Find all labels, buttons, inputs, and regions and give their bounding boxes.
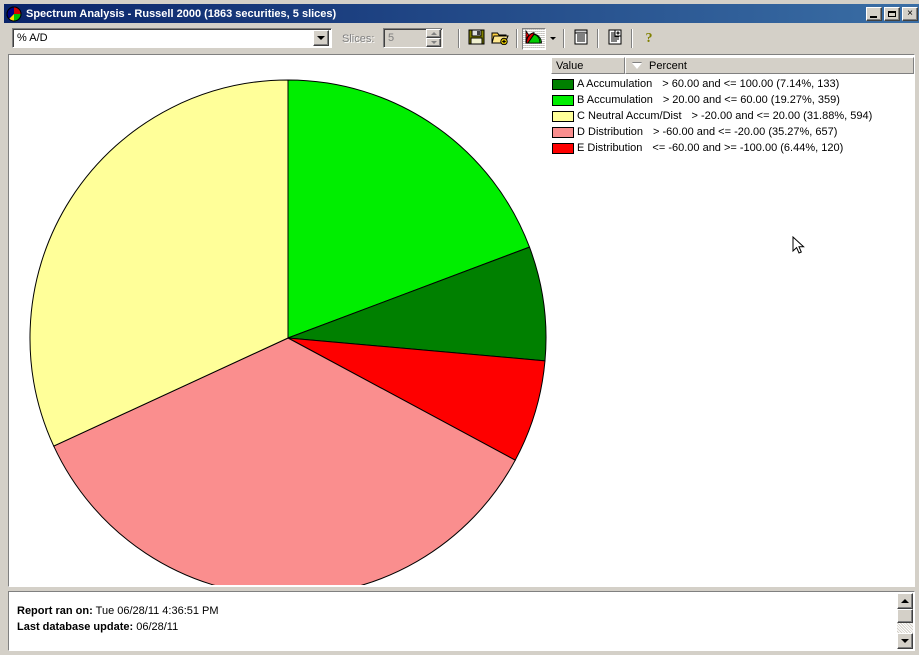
- report-view-button[interactable]: [569, 28, 593, 50]
- legend-row[interactable]: B Accumulation > 20.00 and <= 60.00 (19.2…: [552, 92, 914, 108]
- legend-color-swatch: [552, 126, 574, 138]
- toolbar-separator: [631, 29, 633, 48]
- report-status-panel: Report ran on: Tue 06/28/11 4:36:51 PM L…: [8, 591, 915, 651]
- metric-select[interactable]: % A/D: [12, 28, 332, 48]
- legend-rows: A Accumulation > 60.00 and <= 100.00 (7.1…: [550, 74, 914, 156]
- report-ran-label: Report ran on:: [17, 605, 93, 617]
- legend-row-label: B Accumulation: [577, 94, 653, 106]
- vertical-scrollbar[interactable]: [897, 593, 913, 649]
- slices-spin-buttons[interactable]: [426, 29, 441, 47]
- legend-row-label: E Distribution: [577, 142, 643, 154]
- list-report-icon: [573, 29, 589, 48]
- report-add-icon: [607, 29, 623, 48]
- maximize-button[interactable]: [884, 6, 900, 21]
- toolbar-separator: [458, 29, 460, 48]
- legend-header: Value Percent: [551, 57, 914, 74]
- open-folder-add-icon: [491, 29, 509, 48]
- title-bar[interactable]: Spectrum Analysis - Russell 2000 (1863 s…: [4, 4, 919, 23]
- open-button[interactable]: [488, 28, 512, 50]
- legend-row-label: A Accumulation: [577, 78, 653, 90]
- chart-type-dropdown[interactable]: [546, 28, 559, 50]
- legend-row[interactable]: D Distribution > -60.00 and <= -20.00 (35…: [552, 124, 914, 140]
- toolbar: % A/D Slices: 5 ?: [4, 25, 919, 52]
- legend-row-range: > -20.00 and <= 20.00 (31.88%, 594): [691, 110, 873, 122]
- slices-increment-button[interactable]: [426, 29, 441, 38]
- help-button[interactable]: ?: [637, 28, 661, 50]
- legend-panel: Value Percent A Accumulation > 60.00 and …: [550, 56, 914, 586]
- metric-select-value: % A/D: [17, 32, 48, 44]
- legend-row[interactable]: E Distribution <= -60.00 and >= -100.00 (…: [552, 140, 914, 156]
- pie-chart-view-button[interactable]: [522, 27, 546, 50]
- toolbar-separator: [563, 29, 565, 48]
- legend-row-range: <= -60.00 and >= -100.00 (6.44%, 120): [652, 142, 844, 154]
- scrollbar-track[interactable]: [897, 623, 913, 633]
- legend-color-swatch: [552, 78, 574, 90]
- last-update-value: 06/28/11: [136, 621, 179, 633]
- last-update-line: Last database update: 06/28/11: [17, 621, 178, 633]
- chart-client-area: Value Percent A Accumulation > 60.00 and …: [8, 54, 915, 587]
- pie-chart-app-icon: [6, 6, 22, 22]
- legend-row-range: > -60.00 and <= -20.00 (35.27%, 657): [653, 126, 838, 138]
- new-report-button[interactable]: [603, 28, 627, 50]
- scroll-down-button[interactable]: [897, 633, 913, 649]
- pie-chart-icon: [525, 29, 543, 48]
- close-button[interactable]: ×: [902, 6, 918, 21]
- window-title: Spectrum Analysis - Russell 2000 (1863 s…: [26, 7, 337, 20]
- window-controls: ×: [864, 6, 918, 21]
- legend-column-value-label: Value: [556, 59, 584, 72]
- legend-row-range: > 60.00 and <= 100.00 (7.14%, 133): [662, 78, 840, 90]
- legend-column-value[interactable]: Value: [551, 57, 625, 74]
- svg-text:?: ?: [646, 31, 653, 45]
- minimize-button[interactable]: [866, 6, 882, 21]
- chevron-down-icon[interactable]: [313, 30, 329, 46]
- pie-chart: [9, 55, 569, 586]
- legend-color-swatch: [552, 110, 574, 122]
- application-window: Spectrum Analysis - Russell 2000 (1863 s…: [0, 0, 919, 655]
- legend-column-percent[interactable]: Percent: [625, 57, 914, 74]
- question-mark-icon: ?: [641, 29, 657, 48]
- scrollbar-thumb[interactable]: [897, 609, 913, 623]
- slices-value: 5: [388, 32, 395, 44]
- legend-row-label: C Neutral Accum/Dist: [577, 110, 682, 122]
- chevron-down-icon: [549, 37, 556, 40]
- report-ran-value: Tue 06/28/11 4:36:51 PM: [95, 605, 219, 617]
- slices-decrement-button[interactable]: [426, 38, 441, 47]
- pie-chart-svg[interactable]: [23, 65, 553, 585]
- sort-descending-icon: [632, 62, 642, 69]
- scroll-up-button[interactable]: [897, 593, 913, 609]
- legend-row[interactable]: A Accumulation > 60.00 and <= 100.00 (7.1…: [552, 76, 914, 92]
- legend-color-swatch: [552, 142, 574, 154]
- toolbar-buttons: ?: [454, 27, 661, 50]
- toolbar-separator: [597, 29, 599, 48]
- slices-label: Slices:: [342, 33, 375, 45]
- report-ran-line: Report ran on: Tue 06/28/11 4:36:51 PM: [17, 605, 219, 617]
- legend-row[interactable]: C Neutral Accum/Dist > -20.00 and <= 20.0…: [552, 108, 914, 124]
- close-icon: ×: [907, 7, 913, 19]
- legend-row-label: D Distribution: [577, 126, 644, 138]
- toolbar-separator: [516, 29, 518, 48]
- legend-row-range: > 20.00 and <= 60.00 (19.27%, 359): [662, 94, 840, 106]
- floppy-disk-icon: [468, 29, 485, 48]
- last-update-label: Last database update:: [17, 621, 134, 633]
- save-button[interactable]: [464, 28, 488, 50]
- legend-column-percent-label: Percent: [649, 59, 687, 72]
- legend-color-swatch: [552, 94, 574, 106]
- slices-stepper[interactable]: 5: [383, 28, 443, 48]
